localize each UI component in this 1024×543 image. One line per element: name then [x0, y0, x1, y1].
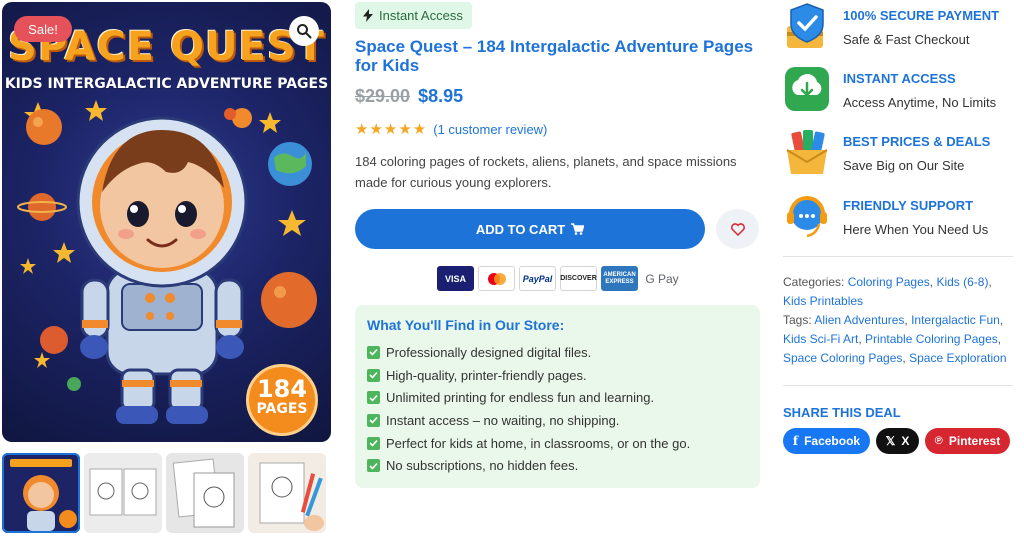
checkbox-icon: [367, 413, 380, 427]
star-rating-icon: ★★★★★: [355, 121, 428, 138]
thumbnail-spread[interactable]: [84, 453, 162, 533]
feature-item: Instant access – no waiting, no shipping…: [367, 409, 748, 432]
add-to-cart-button[interactable]: ADD TO CART: [355, 209, 705, 249]
thumbnail-cover[interactable]: [2, 453, 80, 533]
download-icon: [785, 67, 829, 111]
deals-icon: [786, 130, 828, 174]
review-link[interactable]: (1 customer review): [433, 122, 547, 137]
perk-friendly-support: FRIENDLY SUPPORT Here When You Need Us: [783, 192, 1015, 242]
visa-icon: VISA: [437, 266, 474, 291]
add-to-cart-label: ADD TO CART: [475, 221, 566, 237]
checkbox-icon: [367, 391, 380, 405]
google-pay-icon: G Pay: [642, 266, 682, 291]
price-row: $29.00 $8.95: [355, 86, 463, 107]
share-x-label: X: [901, 434, 910, 448]
share-pinterest-label: Pinterest: [948, 434, 1001, 448]
features-heading: What You'll Find in Our Store:: [367, 317, 565, 333]
perk-best-prices: BEST PRICES & DEALS Save Big on Our Site: [783, 128, 1015, 178]
heart-icon: [730, 222, 745, 236]
discover-icon: DISCOVER: [560, 266, 597, 291]
wishlist-button[interactable]: [716, 209, 759, 249]
magnifier-icon: [297, 24, 312, 39]
pages-count-number: 184: [256, 375, 308, 403]
zoom-button[interactable]: [289, 16, 319, 46]
tag-link[interactable]: Space Exploration: [909, 351, 1006, 365]
cover-subtitle: KIDS INTERGALACTIC ADVENTURE PAGES: [4, 76, 329, 92]
thumbnail-coloring[interactable]: [248, 453, 326, 533]
payment-methods: VISA PayPal DISCOVER AMERICAN EXPRESS G …: [437, 266, 682, 291]
share-x-button[interactable]: 𝕏 X: [876, 428, 919, 454]
store-features-box: What You'll Find in Our Store: Professio…: [355, 305, 760, 488]
tag-link[interactable]: Kids Sci-Fi Art: [783, 332, 858, 346]
checkbox-icon: [367, 368, 380, 382]
tag-link[interactable]: Alien Adventures: [814, 313, 904, 327]
perk-subtitle: Access Anytime, No Limits: [843, 95, 997, 110]
cart-icon: [571, 223, 585, 235]
paypal-icon: PayPal: [519, 266, 556, 291]
mastercard-icon: [478, 266, 515, 291]
rating-row: ★★★★★ (1 customer review): [355, 120, 547, 138]
feature-item: Professionally designed digital files.: [367, 341, 748, 364]
perk-instant-access: INSTANT ACCESS Access Anytime, No Limits: [783, 65, 1015, 115]
category-link[interactable]: Coloring Pages: [848, 275, 930, 289]
perk-title: FRIENDLY SUPPORT: [843, 198, 974, 213]
product-main-image[interactable]: SPACE QUEST KIDS INTERGALACTIC ADVENTURE…: [2, 2, 331, 442]
x-icon: 𝕏: [885, 434, 896, 448]
feature-item: Unlimited printing for endless fun and l…: [367, 386, 748, 409]
tag-link[interactable]: Printable Coloring Pages: [865, 332, 998, 346]
category-link[interactable]: Kids (6-8): [936, 275, 988, 289]
perk-subtitle: Safe & Fast Checkout: [843, 32, 970, 47]
feature-text: Perfect for kids at home, in classrooms,…: [386, 435, 691, 451]
facebook-icon: f: [792, 434, 799, 448]
categories-label: Categories:: [783, 275, 845, 289]
old-price: $29.00: [355, 86, 411, 106]
feature-item: Perfect for kids at home, in classrooms,…: [367, 432, 748, 455]
product-description: 184 coloring pages of rockets, aliens, p…: [355, 154, 737, 190]
tags-label: Tags:: [783, 313, 812, 327]
feature-text: Instant access – no waiting, no shipping…: [386, 412, 620, 428]
pages-count-label: PAGES: [256, 401, 308, 417]
instant-access-badge: Instant Access: [355, 2, 472, 29]
category-link[interactable]: Kids Printables: [783, 294, 863, 308]
tag-link[interactable]: Space Coloring Pages: [783, 351, 902, 365]
feature-item: High-quality, printer-friendly pages.: [367, 364, 748, 387]
categories-block: Categories: Coloring Pages, Kids (6-8), …: [783, 275, 992, 308]
tags-block: Tags: Alien Adventures, Intergalactic Fu…: [783, 313, 1007, 365]
sale-price: $8.95: [418, 86, 464, 106]
feature-text: No subscriptions, no hidden fees.: [386, 458, 579, 474]
feature-text: Professionally designed digital files.: [386, 344, 592, 360]
perk-secure-payment: 100% SECURE PAYMENT Safe & Fast Checkout: [783, 2, 1015, 52]
checkbox-icon: [367, 459, 380, 473]
thumbnail-pages[interactable]: [166, 453, 244, 533]
feature-text: High-quality, printer-friendly pages.: [386, 367, 587, 383]
perk-subtitle: Here When You Need Us: [843, 222, 989, 237]
divider: [783, 256, 1013, 257]
thumbnail-strip: [2, 453, 331, 533]
tag-link[interactable]: Intergalactic Fun: [911, 313, 1000, 327]
share-buttons: f Facebook 𝕏 X ℗ Pinterest: [783, 428, 1010, 454]
perk-title: INSTANT ACCESS: [843, 71, 956, 86]
shield-icon: [787, 3, 824, 48]
feature-item: No subscriptions, no hidden fees.: [367, 454, 748, 477]
pages-count-badge: 184 PAGES: [246, 364, 318, 436]
share-facebook-label: Facebook: [804, 434, 861, 448]
amex-icon: AMERICAN EXPRESS: [601, 266, 638, 291]
support-icon: [787, 196, 827, 238]
checkbox-icon: [367, 345, 380, 359]
share-pinterest-button[interactable]: ℗ Pinterest: [925, 428, 1010, 454]
divider: [783, 385, 1013, 386]
feature-text: Unlimited printing for endless fun and l…: [386, 390, 655, 406]
sale-badge: Sale!: [14, 16, 72, 42]
lightning-icon: [363, 9, 373, 22]
instant-access-label: Instant Access: [379, 8, 463, 23]
product-title: Space Quest – 184 Intergalactic Adventur…: [355, 37, 754, 75]
perk-subtitle: Save Big on Our Site: [843, 158, 965, 173]
perk-title: 100% SECURE PAYMENT: [843, 8, 1000, 23]
share-facebook-button[interactable]: f Facebook: [783, 428, 870, 454]
checkbox-icon: [367, 436, 380, 450]
share-title: SHARE THIS DEAL: [783, 405, 901, 420]
perk-title: BEST PRICES & DEALS: [843, 134, 991, 149]
pinterest-icon: ℗: [934, 435, 943, 447]
